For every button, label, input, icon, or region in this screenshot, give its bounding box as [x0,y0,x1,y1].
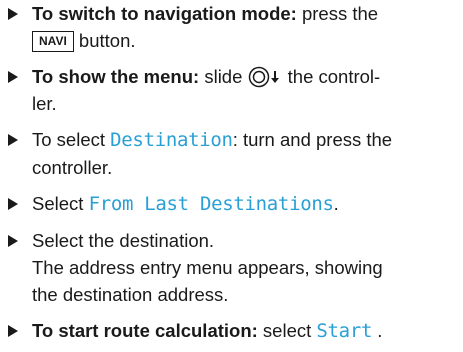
step-text: . [333,193,339,214]
bullet-arrow-icon [8,235,18,247]
step-lead: To show the menu: [32,66,200,87]
step-select-destination: To select Destination: turn and press th… [4,126,460,181]
step-switch-navigation: To switch to navigation mode: press the … [4,0,460,54]
step-text: button. [73,30,136,51]
step-text: select [257,320,317,341]
step-text: : turn and press the [232,129,393,150]
step-start-route: To start route calculation: select Start… [4,317,460,345]
step-result-text: The address entry menu appears, showing [32,257,383,278]
step-text: . [372,320,383,341]
bullet-arrow-icon [8,71,18,83]
bullet-arrow-icon [8,198,18,210]
step-text: Select the destination. [32,230,215,251]
step-text: controller. [32,157,113,178]
bullet-arrow-icon [8,325,18,337]
navi-key-label: NAVI [32,31,74,52]
step-lead: To start route calculation: [32,320,258,341]
step-text: To select [32,129,111,150]
step-show-menu: To show the menu: slide the control- ler… [4,63,460,117]
step-text: slide [199,66,248,87]
step-result-text: the destination address. [32,284,229,305]
step-lead: To switch to navigation mode: [32,3,297,24]
menu-item-start: Start [316,320,373,342]
step-text: press the [296,3,379,24]
bullet-arrow-icon [8,134,18,146]
bullet-arrow-icon [8,8,18,20]
menu-item-destination: Destination [110,129,233,151]
step-text: the control- [282,66,381,87]
controller-knob-icon [248,66,270,88]
menu-item-from-last-destinations: From Last Destinations [88,193,334,215]
step-select-last-destinations: Select From Last Destinations. [4,190,460,218]
step-text: ler. [32,93,57,114]
instruction-list: To switch to navigation mode: press the … [4,0,460,345]
arrow-down-icon [270,70,280,84]
step-text: Select [32,193,89,214]
step-select-the-destination: Select the destination. The address entr… [4,227,460,308]
